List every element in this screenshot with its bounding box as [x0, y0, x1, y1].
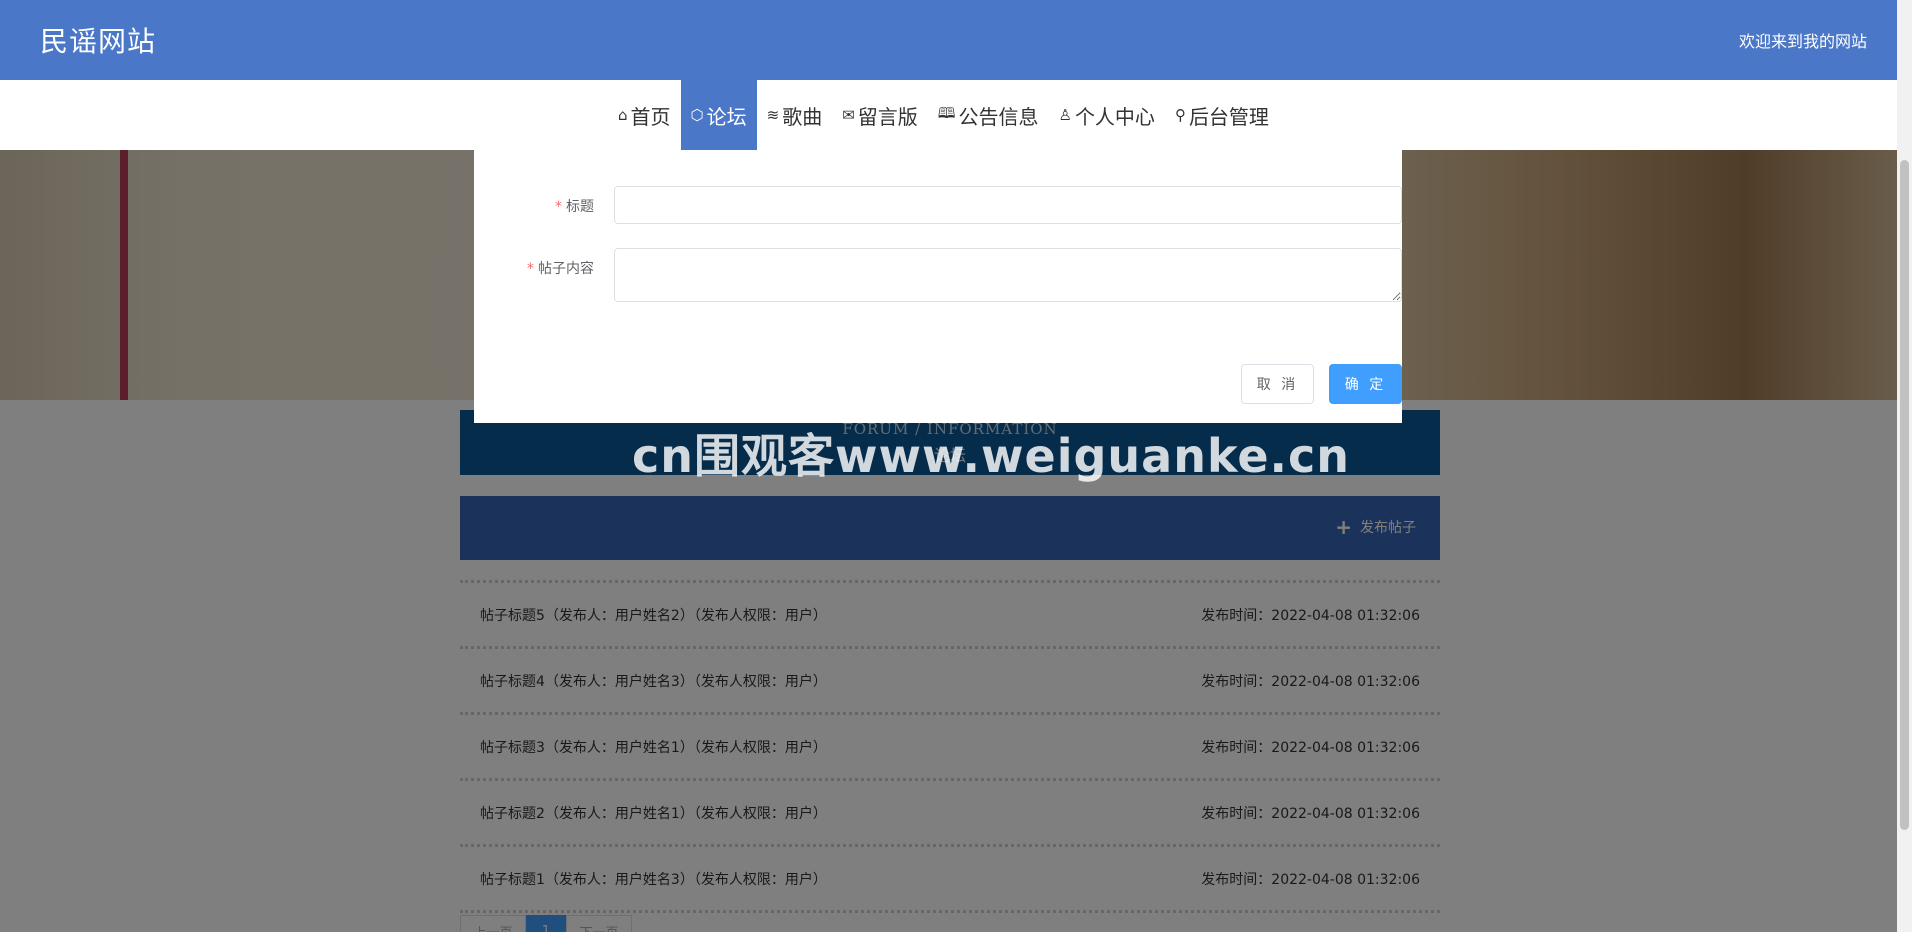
nav-item-songs[interactable]: ≋ 歌曲 [757, 80, 833, 150]
cube-icon: ⬡ [690, 106, 704, 124]
mail-icon: ✉ [842, 106, 855, 124]
nav-item-label: 留言版 [857, 104, 918, 129]
home-icon: ⌂ [618, 106, 628, 124]
cancel-button[interactable]: 取 消 [1241, 364, 1314, 404]
nav-item-home[interactable]: ⌂ 首页 [608, 80, 681, 150]
book-icon: 🕮 [937, 103, 956, 122]
confirm-button[interactable]: 确 定 [1329, 364, 1402, 404]
nav-item-label: 首页 [630, 104, 671, 129]
nav-item-label: 论坛 [706, 104, 747, 129]
nav-item-profile[interactable]: ♙ 个人中心 [1048, 80, 1164, 150]
content-textarea[interactable] [614, 248, 1402, 302]
required-mark: * [555, 199, 562, 215]
nav-item-messages[interactable]: ✉ 留言版 [832, 80, 928, 150]
page: 民谣网站 欢迎来到我的网站 ⌂ 首页 ⬡ 论坛 ≋ 歌曲 ✉ 留言版 🕮 公告信 [0, 0, 1897, 932]
site-header: 民谣网站 欢迎来到我的网站 [0, 0, 1897, 80]
nav-item-notices[interactable]: 🕮 公告信息 [928, 80, 1049, 150]
user-icon: ♙ [1058, 106, 1072, 124]
link-icon: ⚲ [1174, 106, 1186, 124]
scrollbar-thumb[interactable] [1900, 160, 1909, 830]
page-scrollbar[interactable] [1897, 0, 1912, 932]
content-label-text: 帖子内容 [538, 261, 594, 277]
main-nav: ⌂ 首页 ⬡ 论坛 ≋ 歌曲 ✉ 留言版 🕮 公告信息 ♙ 个人中心 ⚲ 后台管… [0, 80, 1897, 150]
title-label-text: 标题 [566, 199, 594, 215]
title-input[interactable] [614, 186, 1402, 224]
nav-item-label: 歌曲 [782, 104, 823, 129]
layers-icon: ≋ [766, 106, 780, 124]
nav-item-label: 个人中心 [1074, 104, 1155, 129]
nav-item-forum[interactable]: ⬡ 论坛 [680, 80, 757, 150]
title-label: * 标题 [474, 196, 594, 216]
content-label: * 帖子内容 [474, 258, 594, 278]
nav-items: ⌂ 首页 ⬡ 论坛 ≋ 歌曲 ✉ 留言版 🕮 公告信息 ♙ 个人中心 ⚲ 后台管… [608, 80, 1279, 150]
nav-item-label: 公告信息 [958, 104, 1039, 129]
watermark-text: cn围观客www.weiguanke.cn [632, 429, 1351, 483]
site-title[interactable]: 民谣网站 [40, 20, 156, 60]
new-post-dialog: * 标题 * 帖子内容 取 消 确 定 [474, 150, 1402, 423]
nav-item-label: 后台管理 [1188, 104, 1269, 129]
nav-item-admin[interactable]: ⚲ 后台管理 [1165, 80, 1279, 150]
welcome-text: 欢迎来到我的网站 [1738, 32, 1867, 51]
required-mark: * [527, 261, 534, 277]
